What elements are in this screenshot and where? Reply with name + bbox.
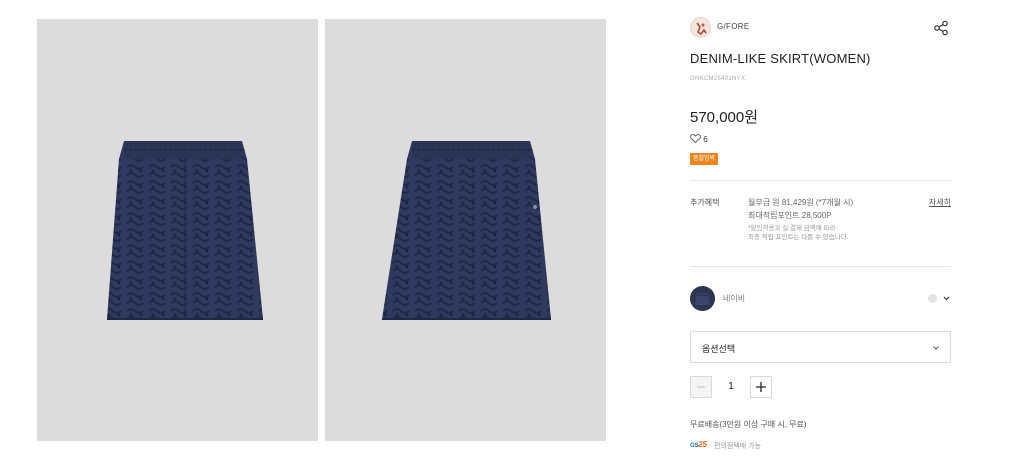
brand-name[interactable]: G/FORE [717,22,749,31]
color-indicator [928,294,937,303]
chevron-down-icon [932,344,940,352]
minus-icon [697,386,705,388]
like-count-value: 6 [703,135,708,144]
divider [690,180,951,181]
heart-icon [690,134,701,143]
like-count[interactable]: 6 [690,134,708,146]
option-select[interactable]: 옵션선택 [690,331,951,363]
gs25-logo-25: 25 [698,440,707,449]
product-image-front[interactable] [37,19,318,441]
product-title: DENIM-LIKE SKIRT(WOMEN) [690,51,871,66]
benefits-details: 월부금 원 81,429원 (*7개월 시) 최대적립포인트 28,500P *… [748,196,928,242]
brand-row: G/FORE [690,17,951,39]
increase-quantity-button[interactable] [750,376,772,398]
benefits-note: *할인적용과 실 결제 금액에 따라 [748,225,836,232]
points-text: 최대적립포인트 28,500P [748,211,832,220]
skirt-illustration [107,141,263,320]
share-icon[interactable] [933,20,949,36]
divider [690,266,951,267]
shipping-info: 무료배송(3만원 이상 구매 시, 무료) [690,420,807,429]
product-image-alternate[interactable] [325,19,606,441]
plus-icon [756,382,766,392]
benefits-label: 추가혜택 [690,198,720,207]
product-code: GNKCM25401NYX [690,76,746,82]
decrease-quantity-button[interactable] [690,376,712,398]
benefits-detail-link[interactable]: 자세히 [929,197,951,208]
installment-text: 월부금 원 81,429원 (*7개월 시) [748,198,854,207]
pickup-text: 편의점택배 가능 [714,443,762,450]
status-badge: 품절임박 [690,153,719,165]
benefits-note: 최종 적립 포인트는 다를 수 있습니다. [748,234,849,241]
skirt-illustration [382,141,551,320]
gs25-logo: GS25 [690,440,707,449]
product-info-panel: G/FORE DENIM-LIKE SKIRT(WOMEN) GNKCM2540… [690,0,951,457]
color-name: 네이비 [723,294,746,303]
chevron-down-icon[interactable] [942,294,951,303]
brand-logo[interactable] [690,17,711,38]
option-select-label: 옵션선택 [702,344,736,354]
color-selector[interactable]: 네이비 [690,286,951,312]
product-price: 570,000원 [690,109,759,126]
color-swatch[interactable] [690,286,715,311]
quantity-value[interactable]: 1 [712,376,750,398]
